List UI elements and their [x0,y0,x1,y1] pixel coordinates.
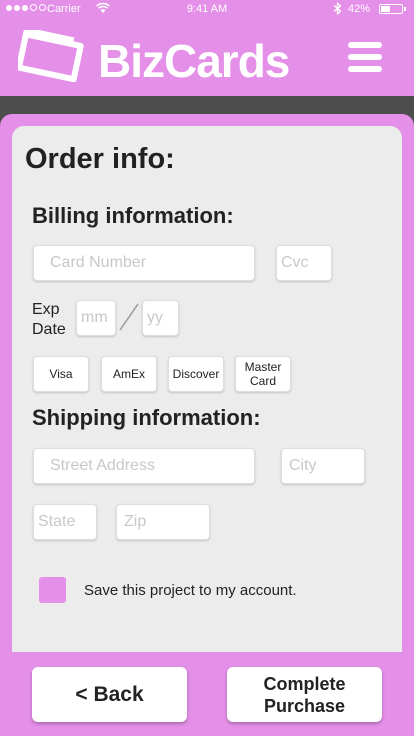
page-title: Order info: [25,143,175,175]
street-address-input[interactable] [33,448,255,484]
complete-purchase-button[interactable]: Complete Purchase [227,667,382,722]
exp-year-input[interactable] [142,300,179,336]
save-project-checkbox[interactable] [39,577,66,603]
exp-month-input[interactable] [76,300,116,336]
back-button[interactable]: < Back [32,667,187,722]
card-type-discover-button[interactable]: Discover [168,356,224,392]
app-header: BizCards [0,20,414,96]
state-input[interactable] [33,504,97,540]
zip-input[interactable] [116,504,210,540]
app-title: BizCards [98,35,290,87]
card-stack-icon [18,30,84,82]
save-project-label: Save this project to my account. [84,582,297,599]
hamburger-menu-button[interactable] [348,40,382,74]
exp-date-label: Exp Date [32,301,66,338]
battery-icon [379,4,406,14]
status-bar: Carrier 9:41 AM 42% [0,0,414,20]
date-separator-slash [119,303,139,331]
billing-heading: Billing information: [32,203,234,228]
shipping-heading: Shipping information: [32,405,261,430]
card-number-input[interactable] [33,245,255,281]
card-type-amex-button[interactable]: AmEx [101,356,157,392]
bluetooth-icon [333,2,342,15]
card-type-visa-button[interactable]: Visa [33,356,89,392]
city-input[interactable] [281,448,365,484]
battery-percent: 42% [348,3,371,15]
cvc-input[interactable] [276,245,332,281]
card-type-mastercard-button[interactable]: Master Card [235,356,291,392]
